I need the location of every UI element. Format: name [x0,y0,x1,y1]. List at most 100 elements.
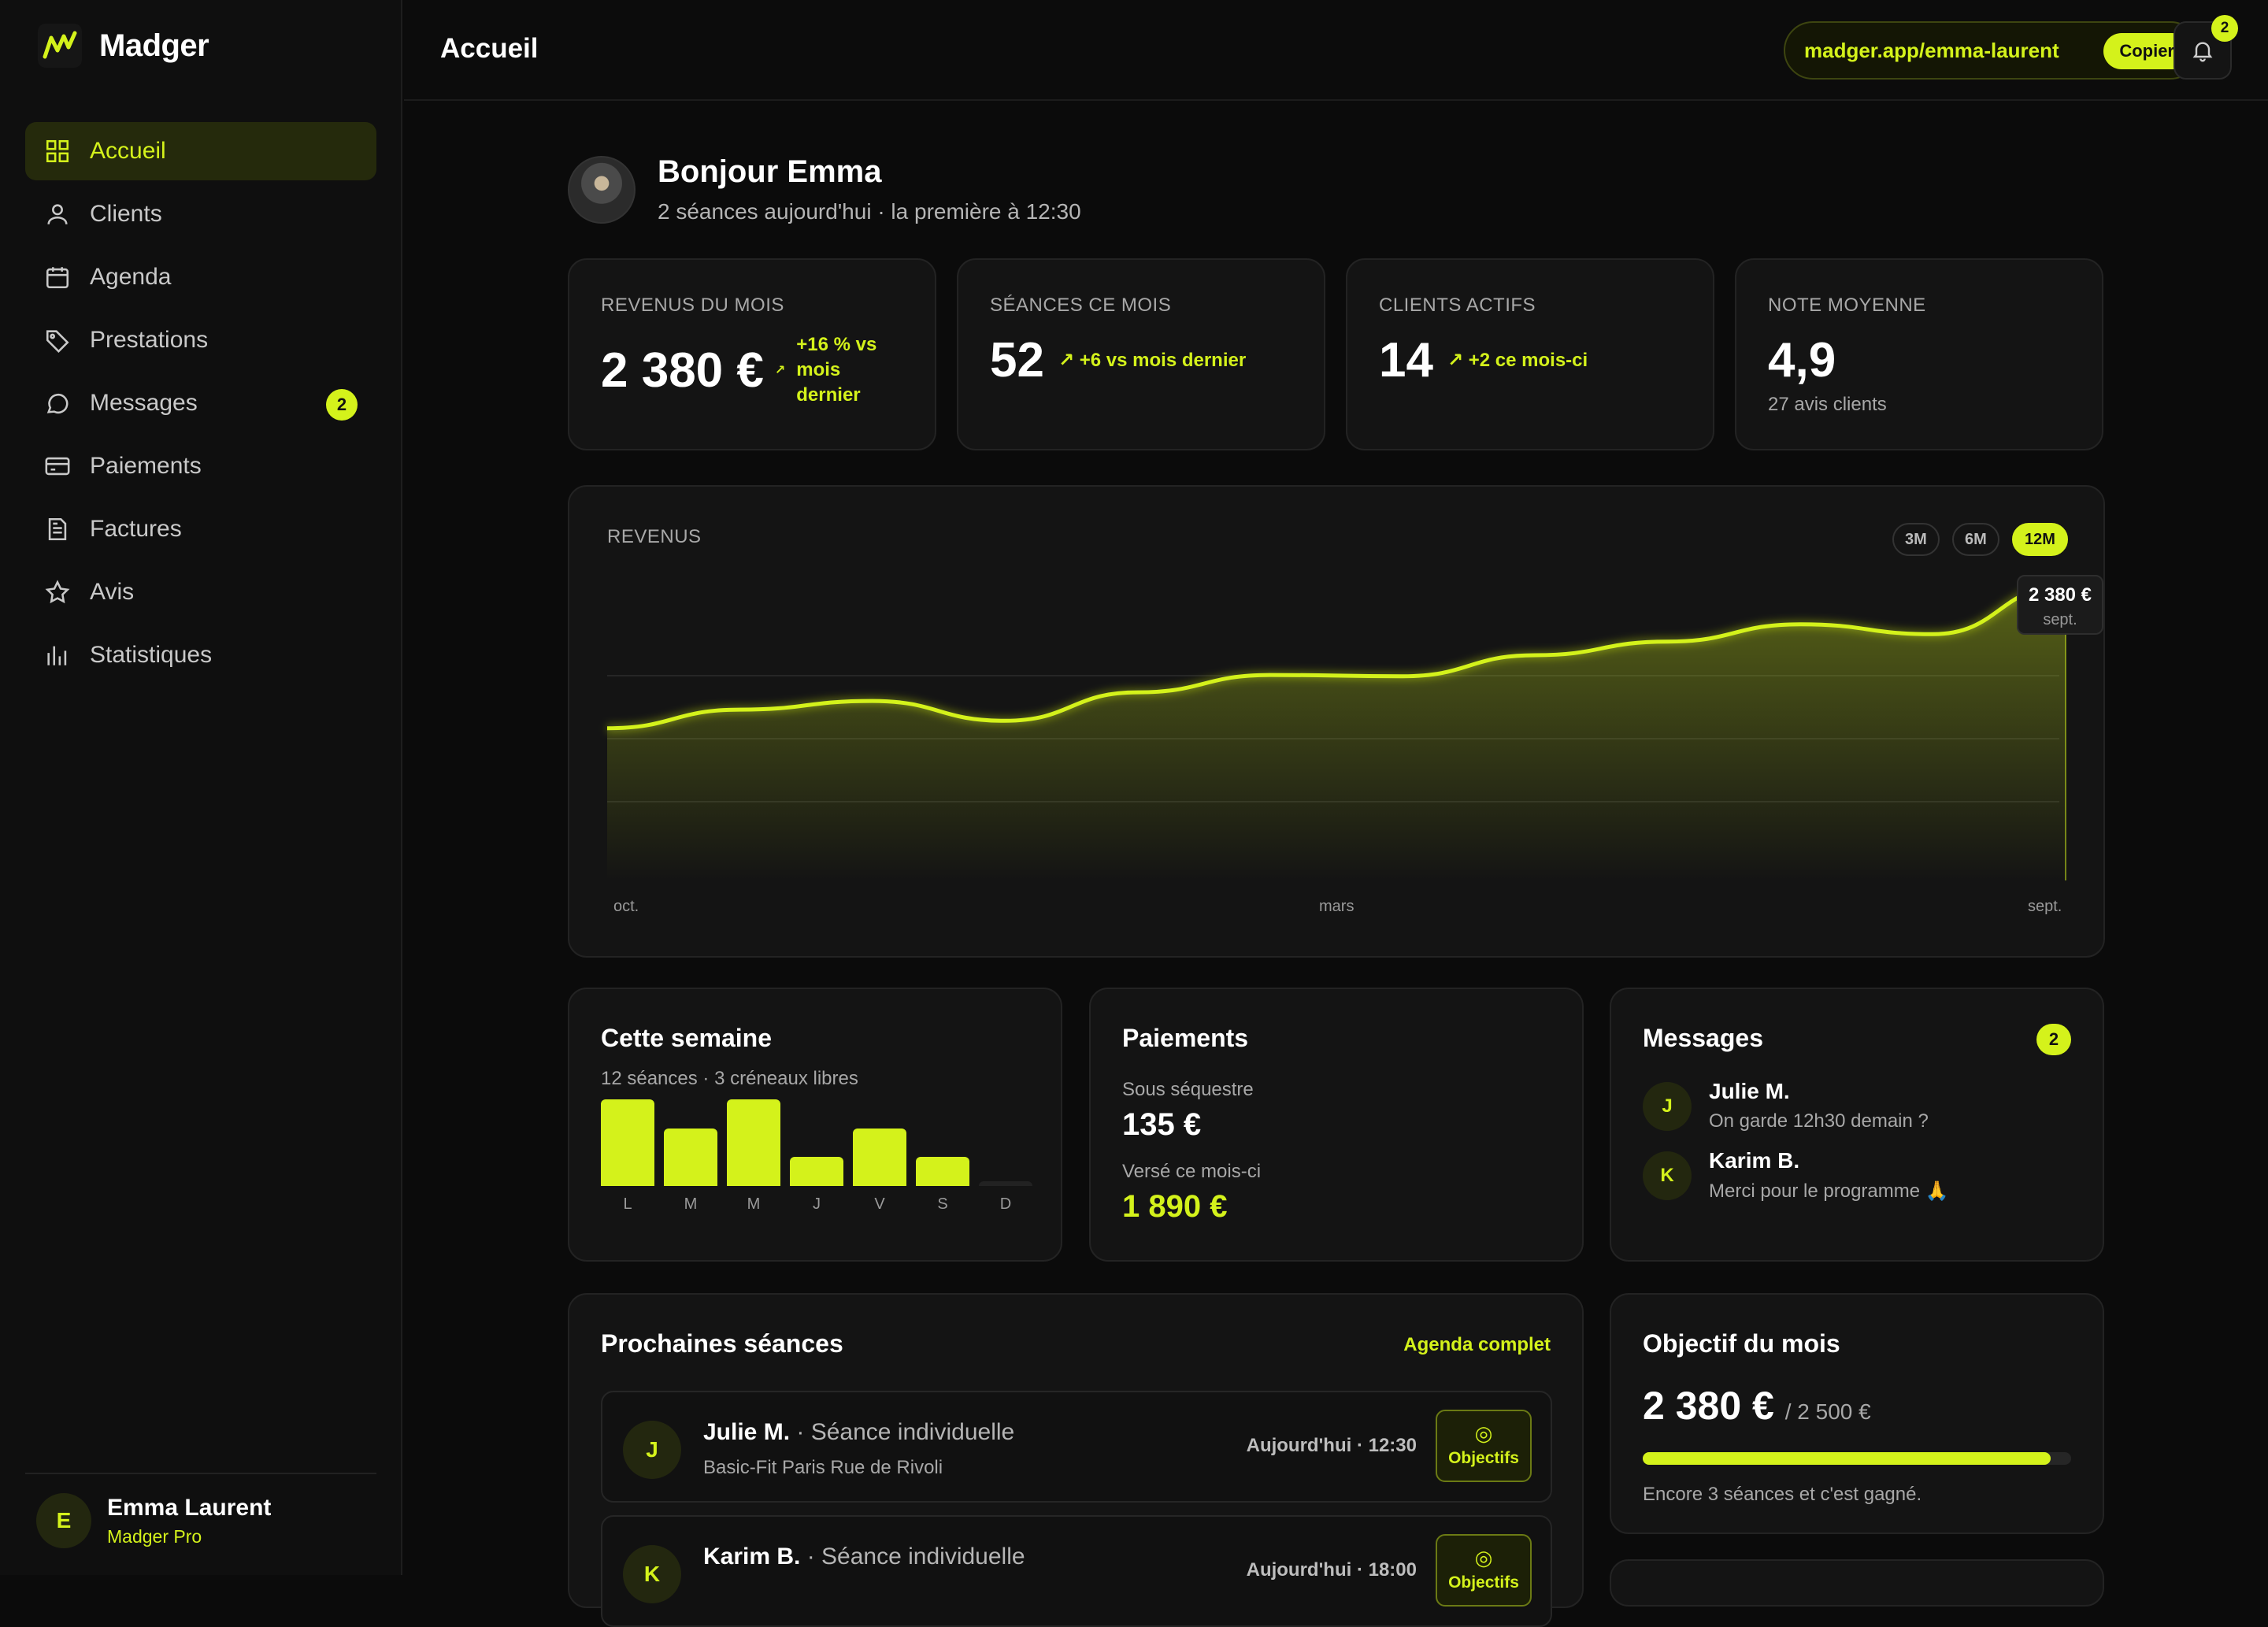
escrow-value: 135 € [1122,1107,1202,1142]
paid-label: Versé ce mois-ci [1122,1161,1262,1182]
week-day-label: L [623,1195,632,1213]
week-day-label: M [747,1195,761,1213]
messages-count-badge: 2 [2036,1024,2071,1055]
week-day-label: S [937,1195,948,1213]
session-type: · Séance individuelle [800,1544,1025,1570]
avatar: K [623,1545,681,1603]
kpi-label: CLIENTS ACTIFS [1379,295,1536,316]
avatar: E [36,1493,91,1548]
kpi-label: SÉANCES CE MOIS [990,295,1172,316]
week-bar [601,1099,654,1186]
sidebar-item-avis[interactable]: Avis [25,563,376,621]
sidebar-item-label: Avis [90,579,135,605]
agenda-link[interactable]: Agenda complet [1403,1334,1551,1356]
document-icon [48,517,67,541]
sidebar-item-clients[interactable]: Clients [25,185,376,243]
session-time: Aujourd'hui · 12:30 [1246,1435,1417,1456]
sessions-title: Prochaines séances [601,1329,843,1358]
bar-chart-icon [47,646,67,665]
kpi-value-wrap: 52 ↗ +6 vs mois dernier [990,332,1246,388]
calendar-icon [46,267,69,289]
x-tick-label: mars [1319,898,1354,915]
kpi-value: 52 [990,333,1044,387]
bell-icon [2192,42,2213,62]
objectives-label: Objectifs [1448,1573,1519,1592]
sidebar-item-label: Accueil [90,138,166,164]
goal-note: Encore 3 séances et c'est gagné. [1643,1484,1922,1505]
sidebar-item-statistiques[interactable]: Statistiques [25,626,376,684]
avatar: K [1643,1151,1692,1200]
message-sender: Karim B. [1709,1148,1800,1173]
notifications-badge: 2 [2211,15,2238,42]
sidebar-item-label: Statistiques [90,642,213,668]
revenue-chart-card: REVENUS 3M 6M 12M 2 380 € sept. oct. mar… [568,485,2105,958]
message-item[interactable]: K Karim B. Merci pour le programme 🙏 [1643,1148,1949,1203]
kpi-value-wrap: 2 380 € ↗ +16 % vs mois dernier [601,332,876,408]
goal-value-wrap: 2 380 € / 2 500 € [1643,1383,1871,1429]
arrow-up-right-icon: ↗ [1058,350,1080,371]
goal-target: / 2 500 € [1784,1399,1871,1424]
kpi-card-revenue: REVENUS DU MOIS 2 380 € ↗ +16 % vs mois … [568,258,936,450]
arrow-up-right-icon: ↗ [1447,350,1469,371]
sidebar-item-label: Factures [90,516,182,542]
sidebar-item-label: Agenda [90,264,172,290]
session-row[interactable]: J Julie M. · Séance individuelle Basic-F… [601,1391,1552,1503]
sidebar-item-messages[interactable]: Messages 2 [25,374,376,432]
week-bar [664,1129,717,1186]
kpi-delta-text: +2 ce mois-ci [1468,350,1588,371]
sidebar-item-label: Clients [90,201,162,227]
session-row[interactable]: K Karim B. · Séance individuelle Aujourd… [601,1515,1552,1627]
session-type: · Séance individuelle [790,1419,1015,1445]
week-bar [790,1157,843,1186]
messages-card: Messages 2 J Julie M. On garde 12h30 dem… [1610,988,2104,1262]
kpi-delta-text: +6 vs mois dernier [1079,350,1247,371]
escrow-label: Sous séquestre [1122,1079,1254,1100]
week-day-label: V [874,1195,885,1213]
kpi-label: REVENUS DU MOIS [601,295,784,316]
avatar: J [1643,1082,1692,1131]
star-icon [45,580,70,604]
kpi-delta: ↗ +6 vs mois dernier [1058,349,1246,372]
user-profile[interactable]: E Emma Laurent Madger Pro [25,1473,376,1548]
logo[interactable]: Madger [38,24,209,68]
sidebar: Madger Accueil Clients Agenda Prestation… [0,0,402,1575]
greeting-title: Bonjour Emma [658,154,882,189]
message-sender: Julie M. [1709,1079,1790,1103]
payments-title: Paiements [1122,1024,1249,1052]
session-client: Julie M. [703,1419,791,1445]
sidebar-item-factures[interactable]: Factures [25,500,376,558]
kpi-value: 14 [1379,333,1433,387]
notifications-button[interactable]: 2 [2174,15,2238,80]
kpi-card-clients: CLIENTS ACTIFS 14 ↗ +2 ce mois-ci [1346,258,1714,450]
sidebar-item-prestations[interactable]: Prestations [25,311,376,369]
tag-icon [46,330,69,353]
sidebar-item-agenda[interactable]: Agenda [25,248,376,306]
week-bar [853,1129,906,1186]
x-tick-label: oct. [613,898,639,915]
week-day-label: M [684,1195,698,1213]
sidebar-item-paiements[interactable]: Paiements [25,437,376,495]
target-icon: ◎ [1474,1546,1493,1570]
sidebar-item-accueil[interactable]: Accueil [25,122,376,180]
sidebar-item-label: Prestations [90,327,209,353]
profile-link[interactable]: madger.app/emma-laurent [1804,39,2059,63]
message-preview: On garde 12h30 demain ? [1709,1110,1929,1132]
objectives-button[interactable]: ◎ Objectifs [1436,1534,1532,1607]
session-client: Karim B. [703,1544,801,1570]
session-location: Basic-Fit Paris Rue de Rivoli [703,1457,943,1478]
goal-progress-bar [1643,1452,2071,1465]
payments-card[interactable]: Paiements Sous séquestre 135 € Versé ce … [1089,988,1584,1262]
objectives-button[interactable]: ◎ Objectifs [1436,1410,1532,1482]
profile-link-pill: madger.app/emma-laurent Copier [1784,21,2199,80]
week-bar [916,1157,969,1186]
kpi-card-sessions: SÉANCES CE MOIS 52 ↗ +6 vs mois dernier [957,258,1325,450]
app-name: Madger [99,28,209,63]
paid-value: 1 890 € [1122,1189,1228,1224]
kpi-card-rating: NOTE MOYENNE 4,9 27 avis clients [1735,258,2103,450]
x-tick-label: sept. [2028,898,2062,915]
kpi-value-wrap: 14 ↗ +2 ce mois-ci [1379,332,1588,388]
message-item[interactable]: J Julie M. On garde 12h30 demain ? [1643,1079,1929,1132]
tooltip-value: 2 380 € [2028,584,2092,606]
kpi-delta: ↗ +2 ce mois-ci [1447,349,1588,372]
tooltip-date: sept. [2043,611,2077,628]
